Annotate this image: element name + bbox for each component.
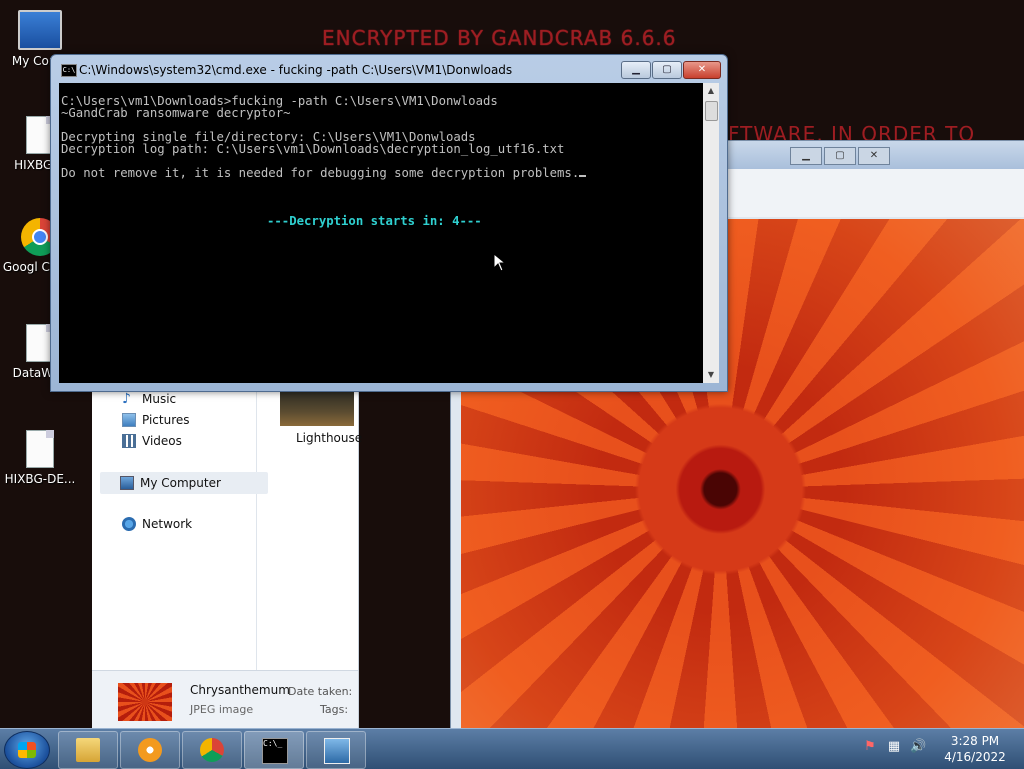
nav-item-videos[interactable]: Videos bbox=[122, 434, 182, 448]
system-tray: ⚑ ▦ 🔊 bbox=[862, 739, 926, 755]
nav-item-network[interactable]: Network bbox=[122, 517, 192, 531]
media-player-icon bbox=[138, 738, 162, 762]
viewer-maximize-button[interactable]: ▢ bbox=[824, 147, 856, 165]
details-file-type: JPEG image bbox=[190, 703, 254, 716]
details-date-label: Date taken: bbox=[288, 685, 353, 698]
console-output[interactable]: C:\Users\vm1\Downloads>fucking -path C:\… bbox=[59, 83, 703, 383]
close-button[interactable]: ✕ bbox=[683, 61, 721, 79]
pictures-icon bbox=[122, 413, 136, 427]
nav-item-pictures[interactable]: Pictures bbox=[122, 413, 190, 427]
thumbnail-label: Lighthouse bbox=[296, 431, 363, 445]
nav-item-label: Network bbox=[142, 517, 193, 531]
nav-item-music[interactable]: ♪ Music bbox=[122, 392, 176, 406]
lighthouse-thumbnail[interactable] bbox=[280, 390, 354, 426]
clock-time: 3:28 PM bbox=[950, 734, 1000, 748]
window-title: C:\Windows\system32\cmd.exe - fucking -p… bbox=[79, 63, 513, 77]
taskbar-photo-viewer-button[interactable] bbox=[306, 731, 366, 769]
mouse-pointer-icon bbox=[493, 253, 507, 272]
taskbar-explorer-button[interactable] bbox=[58, 731, 118, 769]
decryption-countdown: ---Decryption starts in: 4--- bbox=[267, 214, 482, 228]
minimize-button[interactable]: ▁ bbox=[621, 61, 651, 79]
network-icon bbox=[122, 517, 136, 531]
console-line: Decryption log path: C:\Users\vm1\Downlo… bbox=[61, 142, 565, 156]
details-tags-label: Tags: bbox=[320, 703, 349, 716]
taskbar-media-player-button[interactable] bbox=[120, 731, 180, 769]
scroll-thumb[interactable] bbox=[705, 101, 718, 121]
scroll-down-arrow-icon[interactable]: ▼ bbox=[703, 367, 719, 383]
console-line: ~GandCrab ransomware decryptor~ bbox=[61, 106, 291, 120]
folder-icon bbox=[76, 738, 100, 762]
details-pane: Chrysanthemum JPEG image Date taken: Tag… bbox=[92, 670, 358, 729]
computer-icon bbox=[18, 10, 62, 50]
console-line-with-caret: Do not remove it, it is needed for debug… bbox=[61, 166, 587, 180]
nav-item-label: Videos bbox=[142, 434, 182, 448]
chrome-icon bbox=[200, 738, 224, 762]
nav-item-label: Music bbox=[142, 392, 177, 406]
photo-viewer-icon bbox=[324, 738, 350, 764]
cmd-icon: C:\_ bbox=[262, 738, 288, 764]
viewer-minimize-button[interactable]: ▁ bbox=[790, 147, 822, 165]
desktop-icon-label: HIXBG-DE... bbox=[4, 472, 76, 486]
nav-item-label: Pictures bbox=[142, 413, 190, 427]
document-icon bbox=[26, 430, 54, 468]
clock[interactable]: 3:28 PM 4/16/2022 bbox=[940, 733, 1010, 765]
music-icon: ♪ bbox=[122, 391, 131, 407]
wallpaper-title: ENCRYPTED BY GANDCRAB 6.6.6 bbox=[322, 26, 677, 50]
details-thumbnail bbox=[118, 683, 172, 721]
volume-icon[interactable]: 🔊 bbox=[910, 739, 926, 755]
start-button[interactable] bbox=[4, 731, 50, 769]
text-cursor bbox=[579, 175, 587, 177]
nav-item-label: My Computer bbox=[140, 476, 221, 490]
desktop-icon-hixbg-de[interactable]: HIXBG-DE... bbox=[0, 430, 80, 486]
maximize-button[interactable]: ▢ bbox=[652, 61, 682, 79]
navigation-pane: ♪ Music Pictures Videos My Computer Netw… bbox=[92, 380, 268, 670]
cmd-icon: C:\ bbox=[61, 64, 77, 77]
action-center-flag-icon[interactable]: ⚑ bbox=[862, 739, 878, 755]
details-file-name: Chrysanthemum bbox=[190, 683, 290, 697]
taskbar-chrome-button[interactable] bbox=[182, 731, 242, 769]
cmd-window[interactable]: C:\ C:\Windows\system32\cmd.exe - fuckin… bbox=[50, 54, 728, 392]
scroll-up-arrow-icon[interactable]: ▲ bbox=[703, 83, 719, 99]
network-icon[interactable]: ▦ bbox=[886, 739, 902, 755]
nav-item-my-computer[interactable]: My Computer bbox=[100, 472, 268, 494]
computer-icon bbox=[120, 476, 134, 490]
vertical-scrollbar[interactable]: ▲ ▼ bbox=[703, 83, 719, 383]
console-line: Do not remove it, it is needed for debug… bbox=[61, 166, 580, 180]
clock-date: 4/16/2022 bbox=[944, 750, 1006, 764]
viewer-close-button[interactable]: ✕ bbox=[858, 147, 890, 165]
taskbar-cmd-button[interactable]: C:\_ bbox=[244, 731, 304, 769]
taskbar: C:\_ ⚑ ▦ 🔊 3:28 PM 4/16/2022 bbox=[0, 728, 1024, 769]
videos-icon bbox=[122, 434, 136, 448]
explorer-window[interactable]: ♪ Music Pictures Videos My Computer Netw… bbox=[92, 380, 363, 729]
